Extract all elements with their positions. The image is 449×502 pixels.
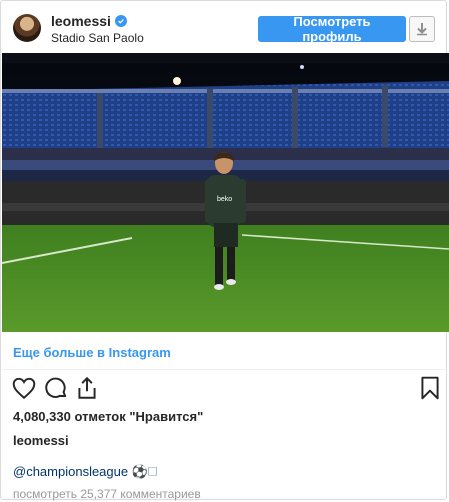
- likes-count[interactable]: 4,080,330 отметок "Нравится": [13, 409, 203, 424]
- heart-icon[interactable]: [11, 375, 37, 401]
- view-profile-button[interactable]: Посмотреть профиль: [258, 14, 406, 44]
- post-header: leomessi Stadio San Paolo Посмотреть про…: [1, 1, 446, 53]
- comment-icon[interactable]: [43, 375, 69, 401]
- username-row: leomessi: [51, 13, 127, 29]
- action-bar: [1, 375, 446, 405]
- caption-username[interactable]: leomessi: [13, 433, 69, 448]
- more-on-instagram-link[interactable]: Еще больше в Instagram: [13, 345, 171, 360]
- download-icon: [417, 23, 427, 36]
- caption-mention-link[interactable]: @championsleague ⚽️🗆: [13, 463, 157, 485]
- post-photo[interactable]: beko: [2, 53, 449, 332]
- bookmark-icon[interactable]: [417, 375, 443, 401]
- divider: [2, 369, 448, 370]
- view-comments-link[interactable]: посмотреть 25,377 комментариев: [13, 487, 201, 501]
- jersey-text: beko: [217, 196, 232, 203]
- location-link[interactable]: Stadio San Paolo: [51, 31, 144, 45]
- avatar[interactable]: [13, 14, 41, 42]
- instagram-embed-card: leomessi Stadio San Paolo Посмотреть про…: [0, 0, 449, 501]
- download-button[interactable]: [409, 16, 435, 42]
- share-icon[interactable]: [74, 375, 100, 401]
- username-link[interactable]: leomessi: [51, 13, 111, 29]
- verified-badge-icon: [114, 15, 127, 27]
